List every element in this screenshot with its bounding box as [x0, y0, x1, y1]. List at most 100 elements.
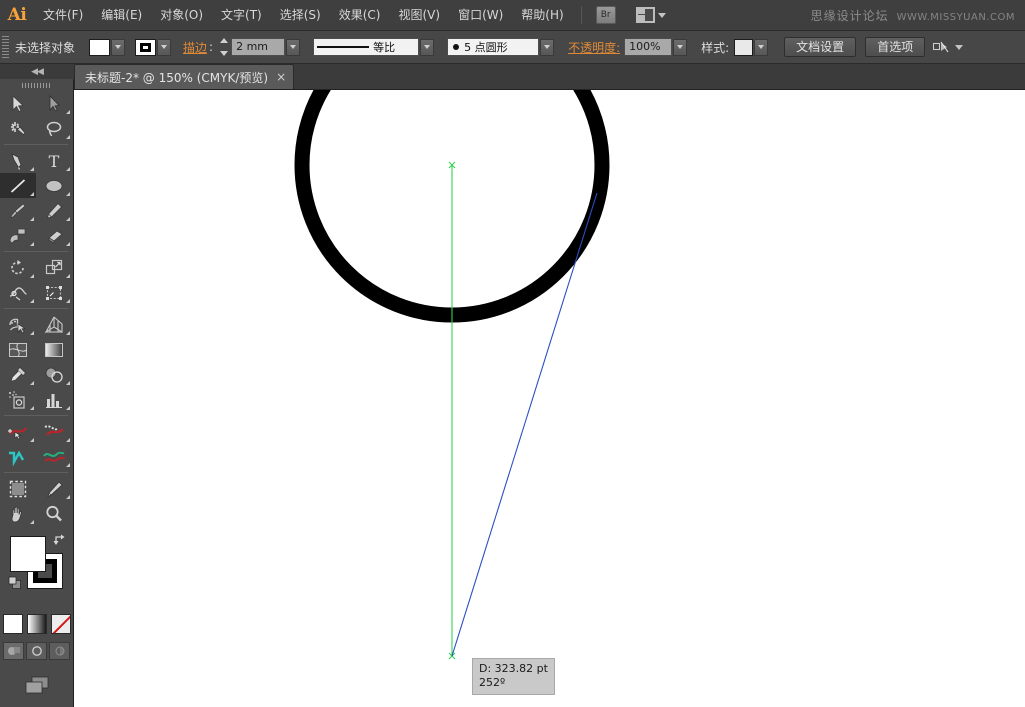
tool-artboard[interactable]: [0, 476, 36, 501]
close-icon[interactable]: ×: [276, 71, 286, 83]
align-icon[interactable]: [933, 40, 949, 54]
chevron-down-icon: [115, 45, 121, 49]
screen-mode-button[interactable]: [0, 674, 73, 696]
fill-color-box[interactable]: [10, 536, 46, 572]
menu-item-view[interactable]: 视图(V): [389, 0, 449, 31]
document-tab-bar: 未标题-2* @ 150% (CMYK/预览) ×: [74, 64, 1025, 90]
opacity-label[interactable]: 不透明度:: [568, 39, 620, 56]
document-tab[interactable]: 未标题-2* @ 150% (CMYK/预览) ×: [74, 64, 294, 89]
stepper-down-icon[interactable]: [220, 51, 228, 56]
tool-flyout-indicator-icon: [30, 274, 34, 278]
opacity-input[interactable]: 100%: [624, 38, 672, 56]
tool-slice[interactable]: [36, 476, 72, 501]
arrange-documents-button[interactable]: [636, 7, 666, 23]
graphic-style-dropdown-button[interactable]: [754, 39, 768, 56]
menu-item-edit[interactable]: 编辑(E): [92, 0, 151, 31]
control-bar-grip[interactable]: [2, 36, 9, 58]
document-setup-button[interactable]: 文档设置: [784, 37, 856, 57]
tool-blend[interactable]: [36, 362, 72, 387]
tool-magic-wand[interactable]: [0, 116, 36, 141]
stroke-weight-dropdown-button[interactable]: [286, 39, 300, 56]
menu-item-type[interactable]: 文字(T): [212, 0, 271, 31]
menu-item-select[interactable]: 选择(S): [271, 0, 330, 31]
graphic-style-swatch[interactable]: [734, 39, 753, 56]
tool-column-graph[interactable]: [36, 387, 72, 412]
stroke-weight-input[interactable]: 2 mm: [231, 38, 285, 56]
tool-rotate[interactable]: [0, 255, 36, 280]
opacity-dropdown-button[interactable]: [673, 39, 687, 56]
panel-collapse-button[interactable]: ◀◀: [0, 64, 74, 79]
draw-behind-button[interactable]: [26, 642, 47, 660]
stroke-weight-label[interactable]: 描边: [183, 39, 207, 56]
tool-mesh[interactable]: [0, 337, 36, 362]
tool-pen[interactable]: [0, 148, 36, 173]
swap-fill-stroke-icon[interactable]: [52, 533, 66, 547]
tool-warp[interactable]: [0, 419, 36, 444]
draw-normal-button[interactable]: [3, 642, 24, 660]
stroke-profile-select[interactable]: 等比: [313, 38, 419, 56]
tools-divider: [4, 251, 68, 252]
tool-flyout-indicator-icon: [30, 242, 34, 246]
tool-perspective-grid[interactable]: [36, 312, 72, 337]
tool-zoom[interactable]: [36, 501, 72, 526]
stroke-weight-stepper[interactable]: [217, 38, 230, 56]
collapse-chevrons-icon: ◀◀: [31, 67, 43, 77]
tool-eyedropper[interactable]: [0, 362, 36, 387]
fill-dropdown-button[interactable]: [111, 39, 125, 56]
tool-width[interactable]: [0, 280, 36, 305]
brush-definition-label: 5 点圆形: [464, 39, 508, 55]
tool-selection[interactable]: [0, 91, 36, 116]
none-button[interactable]: [51, 614, 71, 634]
tool-blob-brush[interactable]: [0, 223, 36, 248]
color-mode-buttons: [0, 614, 73, 634]
color-button[interactable]: [3, 614, 23, 634]
stroke-swatch[interactable]: [135, 39, 156, 56]
tool-shape-builder[interactable]: [0, 312, 36, 337]
tool-wave[interactable]: [36, 444, 72, 469]
tool-eraser[interactable]: [36, 223, 72, 248]
tools-panel-grip[interactable]: [0, 79, 73, 91]
preferences-button[interactable]: 首选项: [865, 37, 925, 57]
gradient-button[interactable]: [27, 614, 47, 634]
artboard-canvas[interactable]: D: 323.82 pt 252º: [74, 90, 1025, 707]
illustrator-window: Ai 文件(F) 编辑(E) 对象(O) 文字(T) 选择(S) 效果(C) 视…: [0, 0, 1025, 707]
chevron-down-icon: [290, 45, 296, 49]
watermark-text: 思缘设计论坛: [811, 7, 889, 24]
menu-divider: [581, 6, 582, 24]
stroke-color-control[interactable]: [135, 39, 171, 56]
brush-definition-dropdown-button[interactable]: [540, 39, 554, 56]
menu-item-object[interactable]: 对象(O): [151, 0, 212, 31]
menu-item-file[interactable]: 文件(F): [34, 0, 92, 31]
tool-flyout-indicator-icon: [30, 438, 34, 442]
tool-scale[interactable]: [36, 255, 72, 280]
bridge-icon[interactable]: Br: [596, 6, 616, 24]
tool-pencil[interactable]: [36, 198, 72, 223]
tool-direct-selection[interactable]: [36, 91, 72, 116]
drawn-line-path[interactable]: [452, 193, 597, 656]
align-dropdown-chevron-icon[interactable]: [955, 45, 963, 50]
menu-item-help[interactable]: 帮助(H): [512, 0, 572, 31]
fill-swatch[interactable]: [89, 39, 110, 56]
tool-wrinkle[interactable]: [36, 419, 72, 444]
fill-color-control[interactable]: [89, 39, 125, 56]
tool-line-segment[interactable]: [0, 173, 36, 198]
default-fill-stroke-icon[interactable]: [8, 576, 22, 590]
draw-inside-button[interactable]: [49, 642, 70, 660]
tool-zigzag[interactable]: [0, 444, 36, 469]
tool-ellipse[interactable]: [36, 173, 72, 198]
tool-symbol-sprayer[interactable]: [0, 387, 36, 412]
brush-definition-select[interactable]: 5 点圆形: [447, 38, 539, 56]
stroke-dropdown-button[interactable]: [157, 39, 171, 56]
menu-item-effect[interactable]: 效果(C): [330, 0, 390, 31]
tool-flyout-indicator-icon: [66, 167, 70, 171]
tool-type[interactable]: T: [36, 148, 72, 173]
tool-free-transform[interactable]: [36, 280, 72, 305]
tool-lasso[interactable]: [36, 116, 72, 141]
menu-item-window[interactable]: 窗口(W): [449, 0, 512, 31]
stroke-profile-dropdown-button[interactable]: [420, 39, 434, 56]
tool-gradient[interactable]: [36, 337, 72, 362]
style-label: 样式:: [701, 39, 729, 56]
tool-paintbrush[interactable]: [0, 198, 36, 223]
stepper-up-icon[interactable]: [220, 38, 228, 43]
tool-hand[interactable]: [0, 501, 36, 526]
